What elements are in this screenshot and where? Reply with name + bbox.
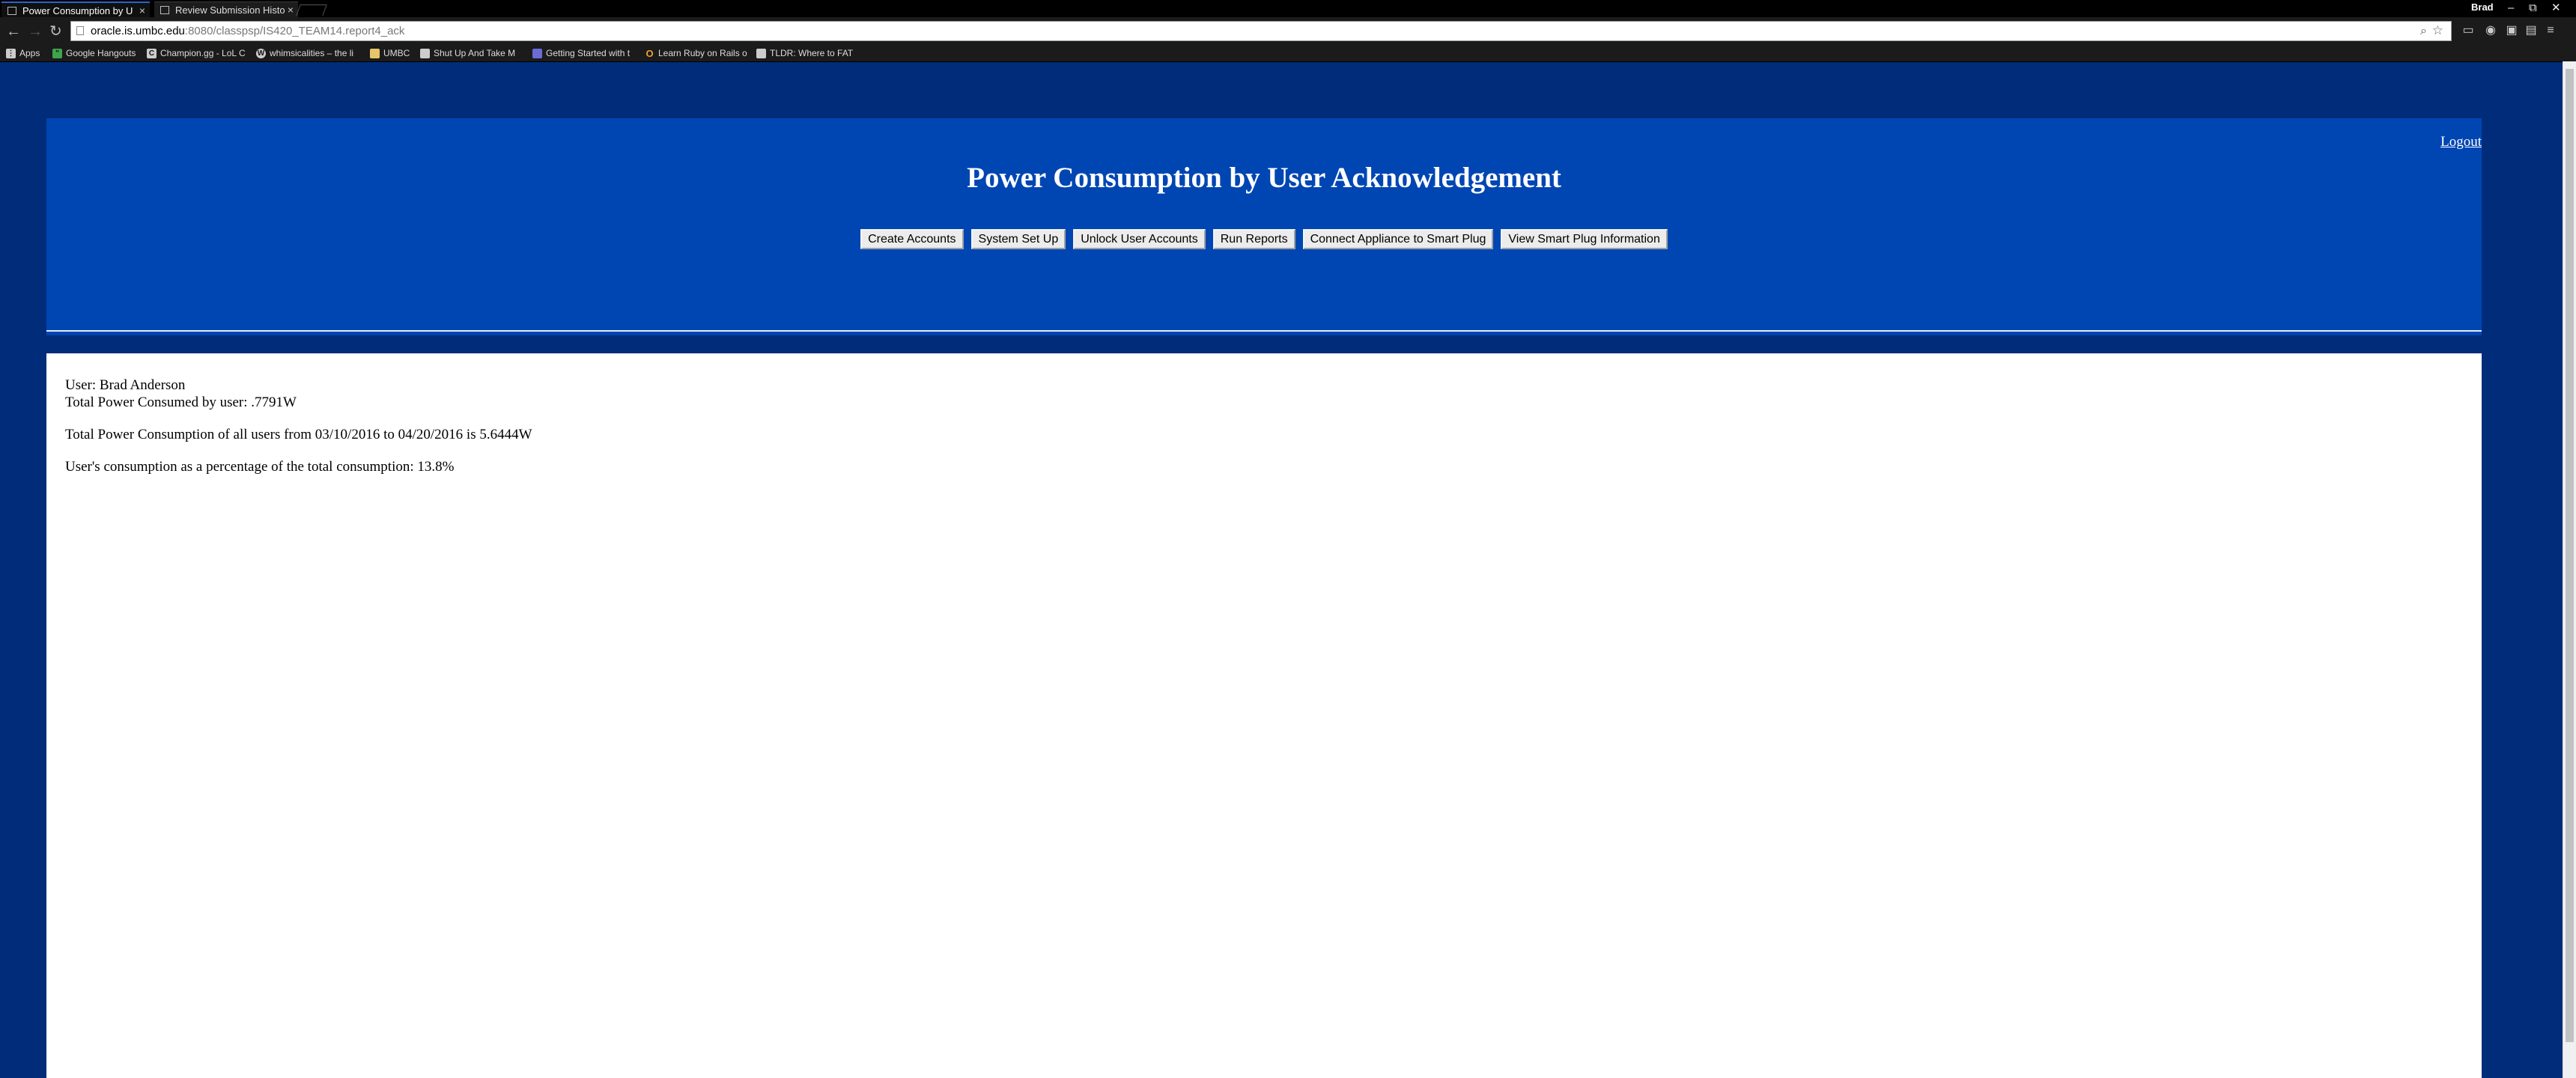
bookmark-tldr[interactable]: TLDR: Where to FAT <box>756 47 872 60</box>
forward-icon[interactable]: → <box>28 22 43 40</box>
logout-link[interactable]: Logout <box>2440 134 2482 150</box>
hangouts-icon: " <box>52 49 62 58</box>
page-icon <box>420 49 430 58</box>
ruby-icon: O <box>645 48 654 59</box>
apps-grid-icon: ⋮ <box>6 49 16 58</box>
page-favicon-icon <box>7 7 16 15</box>
menu-icon[interactable]: ≡ <box>2543 23 2558 38</box>
nav-buttons: Create Accounts System Set Up Unlock Use… <box>46 229 2482 249</box>
tab-title: Review Submission Histo <box>175 4 285 16</box>
folder-icon <box>370 49 380 58</box>
report-panel: User: Brad Anderson Total Power Consumed… <box>46 353 2482 1078</box>
unlock-user-accounts-button[interactable]: Unlock User Accounts <box>1073 229 1206 249</box>
image-icon <box>756 49 766 58</box>
back-icon[interactable]: ← <box>6 22 21 40</box>
user-name-line: User: Brad Anderson <box>65 377 186 393</box>
reload-icon[interactable]: ↻ <box>49 22 62 40</box>
bookmark-champion[interactable]: C Champion.gg - LoL C <box>147 47 259 60</box>
extension-icon[interactable]: ▣ <box>2504 23 2519 38</box>
bookmark-shut-up[interactable]: Shut Up And Take M <box>420 47 537 60</box>
url-host: oracle.is.umbc.edu <box>91 25 185 37</box>
cast-icon[interactable]: ▭ <box>2461 23 2476 38</box>
run-reports-button[interactable]: Run Reports <box>1212 229 1295 249</box>
extension-icon[interactable]: ◉ <box>2483 23 2498 38</box>
profile-name[interactable]: Brad <box>2471 1 2494 13</box>
percentage-line: User's consumption as a percentage of th… <box>65 459 455 475</box>
page-scrollbar[interactable] <box>2563 61 2576 1078</box>
extension-icon[interactable]: ▤ <box>2524 23 2539 38</box>
bookmark-star-icon[interactable]: ☆ <box>2432 21 2443 40</box>
bookmark-learn-ruby[interactable]: O Learn Ruby on Rails o <box>645 47 762 60</box>
tab-power-consumption[interactable]: Power Consumption by U × <box>1 1 150 17</box>
minimize-icon[interactable]: – <box>2508 0 2514 16</box>
wordpress-icon: W <box>256 49 266 58</box>
scrollbar-thumb[interactable] <box>2566 69 2574 1042</box>
bookmarks-bar: ⋮ Apps " Google Hangouts C Champion.gg - Lo… <box>0 46 2576 62</box>
all-users-total-line: Total Power Consumption of all users fro… <box>65 427 532 442</box>
bookmark-apps[interactable]: ⋮ Apps <box>6 47 57 60</box>
close-window-icon[interactable]: ✕ <box>2551 0 2561 16</box>
url-path: :8080/classpsp/IS420_TEAM14.report4_ack <box>184 25 405 37</box>
page-info-icon[interactable] <box>76 26 84 35</box>
page-viewport: Logout Power Consumption by User Acknowl… <box>0 62 2563 1078</box>
bookmark-umbc[interactable]: UMBC <box>370 47 425 60</box>
bookmark-icon <box>532 49 542 58</box>
tab-strip: Power Consumption by U × Review Submissi… <box>0 0 2576 17</box>
report-content: User: Brad Anderson Total Power Consumed… <box>65 377 532 490</box>
close-tab-icon[interactable]: × <box>288 2 294 17</box>
bookmark-google-hangouts[interactable]: " Google Hangouts <box>52 47 153 60</box>
tab-title: Power Consumption by U <box>22 5 133 16</box>
search-icon[interactable]: ⌕ <box>2420 22 2427 40</box>
header-divider <box>46 330 2482 332</box>
connect-appliance-button[interactable]: Connect Appliance to Smart Plug <box>1302 229 1494 249</box>
page-title: Power Consumption by User Acknowledgemen… <box>967 162 1561 194</box>
tab-review-submission[interactable]: Review Submission Histo × <box>154 1 298 17</box>
view-smart-plug-info-button[interactable]: View Smart Plug Information <box>1501 229 1668 249</box>
page-header: Logout Power Consumption by User Acknowl… <box>46 118 2482 335</box>
page-favicon-icon <box>160 6 169 14</box>
restore-icon[interactable]: ⧉ <box>2529 0 2537 16</box>
system-set-up-button[interactable]: System Set Up <box>970 229 1066 249</box>
user-total-line: Total Power Consumed by user: .7791W <box>65 395 297 410</box>
create-accounts-button[interactable]: Create Accounts <box>860 229 964 249</box>
bookmark-whimsicalities[interactable]: Wwhimsicalities – the li <box>256 47 371 60</box>
champion-icon: C <box>147 49 157 58</box>
close-tab-icon[interactable]: × <box>139 3 145 17</box>
address-bar[interactable]: oracle.is.umbc.edu:8080/classpsp/IS420_T… <box>70 21 2452 41</box>
bookmark-getting-started[interactable]: Getting Started with t <box>532 47 649 60</box>
new-tab-button[interactable] <box>296 4 327 16</box>
